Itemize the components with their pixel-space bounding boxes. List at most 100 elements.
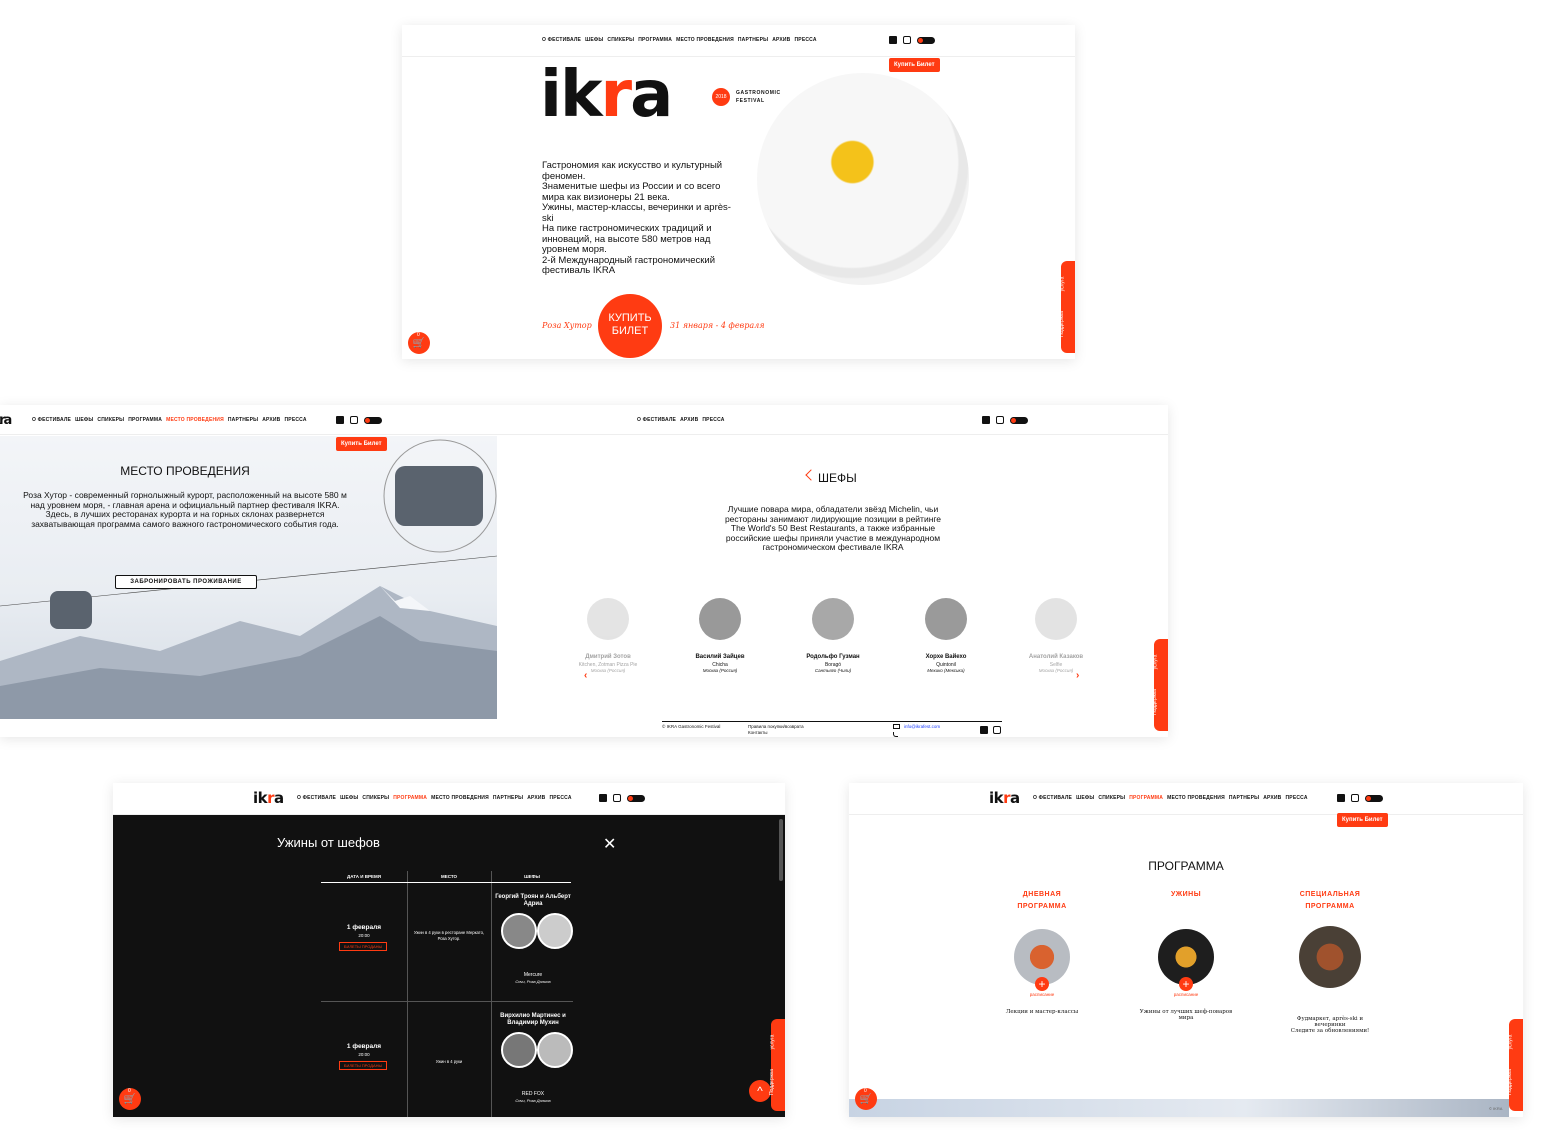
nav-item-archive[interactable]: Архив [772,37,790,43]
language-toggle[interactable] [364,416,382,424]
nav-item-chefs[interactable]: Шефы [340,795,358,801]
nav-item-press[interactable]: Пресса [1286,795,1308,801]
chef-card[interactable]: Родольфо Гузман Boragó Сантьяго (Чили) [803,598,863,673]
nav-item-archive[interactable]: Архив [680,417,698,423]
chef-card[interactable]: Хорхе Вайехо Quintonil Мехико (Мексика) [916,598,976,673]
buy-ticket-button[interactable]: Купить Билет [336,437,387,451]
buy-ticket-button[interactable]: Купить Билет [889,58,940,72]
nav-item-about[interactable]: О фестивале [32,417,71,423]
footer-email-link[interactable]: info@ikrafest.com [904,724,940,729]
footer-contacts-link[interactable]: Контакты [748,730,767,735]
carousel-next-icon[interactable]: › [1076,670,1079,681]
nav-item-speakers[interactable]: Спикеры [607,37,634,43]
chefs-footer: © IKRA Gastronomic Festival Правила поку… [662,721,1002,737]
nav-item-chefs[interactable]: Шефы [75,417,93,423]
nav-item-program[interactable]: Программа [128,417,162,423]
venue-title: МЕСТО ПРОВЕДЕНИЯ [120,464,250,478]
dinners-table: ДАТА И ВРЕМЯ МЕСТО ШЕФЫ 1 февраля 20:00 … [321,871,573,1117]
chef-photo [537,913,573,949]
support-tab[interactable]: услуга Поддержка [1059,261,1075,353]
nav-item-partners[interactable]: Партнеры [1229,795,1259,801]
language-toggle[interactable] [627,794,645,802]
mail-icon [893,724,900,729]
plus-icon[interactable]: + [1035,977,1049,991]
footer-rules-link[interactable]: Правила покупки/возврата [748,724,804,729]
buy-ticket-button[interactable]: Купить Билет [1337,813,1388,827]
facebook-icon[interactable] [1337,794,1345,802]
facebook-icon[interactable] [980,726,988,734]
nav-item-partners[interactable]: Партнеры [738,37,768,43]
language-toggle[interactable] [917,36,935,44]
nav-item-chefs[interactable]: Шефы [585,37,603,43]
nav-item-speakers[interactable]: Спикеры [97,417,124,423]
nav-item-press[interactable]: Пресса [702,417,724,423]
ikra-logo[interactable]: ikra [253,789,284,807]
support-tab[interactable]: услуга Поддержка [1152,639,1168,731]
nav-item-about[interactable]: О фестивале [297,795,336,801]
carousel-prev-icon[interactable]: ‹ [584,670,587,681]
nav-item-chefs[interactable]: Шефы [1076,795,1094,801]
nav-item-venue[interactable]: Место проведения [166,417,224,423]
sold-out-badge: БИЛЕТЫ ПРОДАНЫ [339,942,387,951]
nav-icons-2 [336,416,382,424]
nav-item-venue[interactable]: Место проведения [431,795,489,801]
nav-links: О фестивале Шефы Спикеры Программа Место… [542,37,817,43]
instagram-icon[interactable] [613,794,621,802]
nav-item-press[interactable]: Пресса [285,417,307,423]
instagram-icon[interactable] [1351,794,1359,802]
nav-item-archive[interactable]: Архив [527,795,545,801]
chefs-back-arrow[interactable] [805,469,817,481]
program-copyright: © IKRA [1489,1106,1503,1111]
language-toggle[interactable] [1365,794,1383,802]
scroll-up-icon[interactable]: ^ [749,1080,771,1102]
nav-item-venue[interactable]: Место проведения [1167,795,1225,801]
facebook-icon[interactable] [982,416,990,424]
nav-item-press[interactable]: Пресса [550,795,572,801]
cart-button[interactable]: 0 🛒 [408,332,430,354]
cart-button[interactable]: 0 🛒 [119,1088,141,1110]
nav-item-about[interactable]: О фестивале [542,37,581,43]
chef-photo [501,913,537,949]
support-tab[interactable]: услуга Поддержка [769,1019,785,1111]
hero-dish-image [757,73,969,285]
ikra-logo: ikra [540,58,673,132]
language-toggle[interactable] [1010,416,1028,424]
nav-item-archive[interactable]: Архив [1263,795,1281,801]
nav-item-program[interactable]: Программа [638,37,672,43]
ikra-logo[interactable]: ikra [989,789,1020,807]
book-accommodation-button[interactable]: ЗАБРОНИРОВАТЬ ПРОЖИВАНИЕ [115,575,257,589]
facebook-icon[interactable] [889,36,897,44]
nav-item-about[interactable]: О фестивале [1033,795,1072,801]
facebook-icon[interactable] [336,416,344,424]
program-column[interactable]: УЖИНЫ + расписание Ужины от лучших шеф-п… [1138,889,1234,1021]
nav-item-partners[interactable]: Партнеры [228,417,258,423]
instagram-icon[interactable] [350,416,358,424]
buy-ticket-big-button[interactable]: КУПИТЬ БИЛЕТ [598,294,662,358]
chef-card[interactable]: Анатолий Казаков Selfie Москва (Россия) [1028,598,1084,673]
instagram-icon[interactable] [996,416,1004,424]
cart-button[interactable]: 0 🛒 [855,1088,877,1110]
chef-card[interactable]: Дмитрий Зотов Kitchen, Zotman Pizza Pie … [578,598,638,673]
chefs-description: Лучшие повара мира, обладатели звёзд Mic… [724,504,942,552]
nav-item-archive[interactable]: Архив [262,417,280,423]
facebook-icon[interactable] [599,794,607,802]
nav-item-about[interactable]: О фестивале [637,417,676,423]
plus-icon[interactable]: + [1179,977,1193,991]
program-screen: ikra О фестивале Шефы Спикеры Программа … [849,783,1523,1117]
instagram-icon[interactable] [903,36,911,44]
scrollbar[interactable] [779,819,783,881]
ikra-logo-fragment[interactable]: ikra [0,413,12,428]
nav-item-speakers[interactable]: Спикеры [1098,795,1125,801]
nav-item-speakers[interactable]: Спикеры [362,795,389,801]
nav-item-program[interactable]: Программа [393,795,427,801]
program-column[interactable]: ДНЕВНАЯ ПРОГРАММА + расписание Лекции и … [994,889,1090,1015]
support-tab[interactable]: услуга Поддержка [1507,1019,1523,1111]
close-icon[interactable]: ✕ [603,837,616,853]
instagram-icon[interactable] [993,726,1001,734]
nav-item-partners[interactable]: Партнеры [493,795,523,801]
nav-item-venue[interactable]: Место проведения [676,37,734,43]
nav-item-program[interactable]: Программа [1129,795,1163,801]
program-column[interactable]: СПЕЦИАЛЬНАЯ ПРОГРАММА Фудмаркет, après-s… [1282,889,1378,1034]
chef-card[interactable]: Василий Зайцев Chicha Москва (Россия) [690,598,750,673]
nav-item-press[interactable]: Пресса [795,37,817,43]
